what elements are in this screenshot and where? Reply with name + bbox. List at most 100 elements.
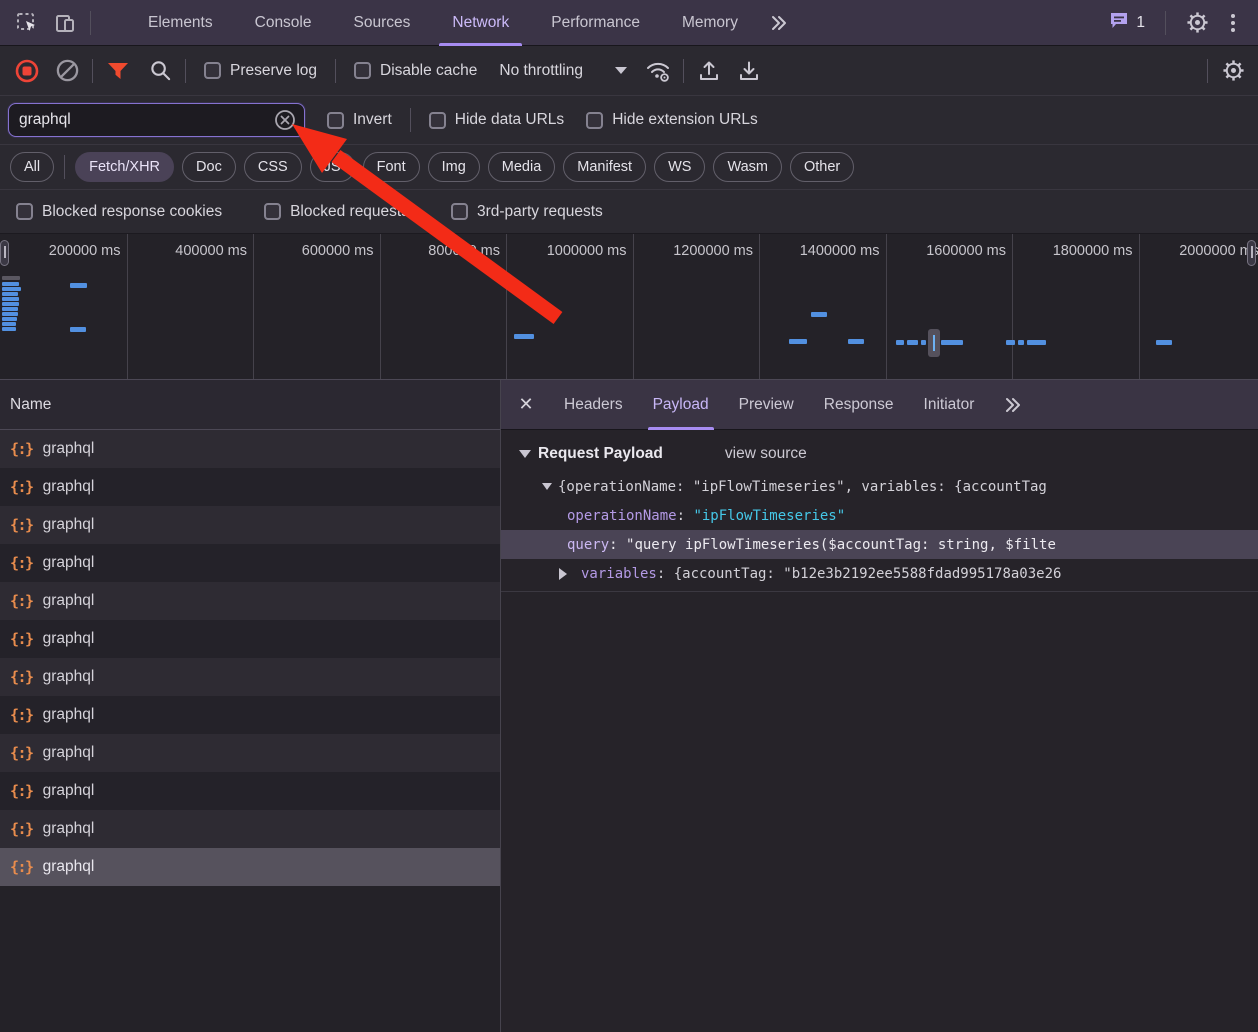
detail-tab-payload[interactable]: Payload	[638, 380, 724, 430]
chip-img[interactable]: Img	[428, 152, 480, 182]
request-row[interactable]: {:}graphql	[0, 506, 500, 544]
request-row[interactable]: {:}graphql	[0, 848, 500, 886]
request-row[interactable]: {:}graphql	[0, 734, 500, 772]
console-messages-badge[interactable]: 1	[1104, 9, 1149, 36]
clear-filter-icon[interactable]	[274, 109, 296, 131]
json-braces-icon: {:}	[10, 782, 33, 800]
request-name: graphql	[43, 858, 95, 876]
chip-css[interactable]: CSS	[244, 152, 302, 182]
network-settings-gear-icon[interactable]	[1218, 56, 1248, 86]
request-row[interactable]: {:}graphql	[0, 696, 500, 734]
tab-console[interactable]: Console	[234, 0, 333, 46]
timeline-request-bar	[2, 282, 19, 286]
chip-manifest[interactable]: Manifest	[563, 152, 646, 182]
payload-query-line[interactable]: query: "query ipFlowTimeseries($accountT…	[501, 530, 1258, 559]
chevron-down-icon	[615, 67, 627, 74]
timeline-request-bar	[907, 340, 918, 345]
search-icon[interactable]	[145, 56, 175, 86]
kebab-menu-icon[interactable]	[1218, 8, 1248, 38]
checkbox-box	[451, 203, 468, 220]
request-row[interactable]: {:}graphql	[0, 772, 500, 810]
expand-triangle-icon[interactable]	[542, 483, 552, 490]
request-row[interactable]: {:}graphql	[0, 430, 500, 468]
blocked-response-cookies-checkbox[interactable]: Blocked response cookies	[16, 203, 222, 221]
tab-elements[interactable]: Elements	[127, 0, 234, 46]
hide-extension-urls-checkbox[interactable]: Hide extension URLs	[586, 111, 758, 129]
network-overview-timeline[interactable]: 200000 ms400000 ms600000 ms800000 ms1000…	[0, 234, 1258, 380]
chip-all[interactable]: All	[10, 152, 54, 182]
device-toolbar-icon[interactable]	[50, 8, 80, 38]
message-bubble-icon	[1108, 9, 1130, 36]
import-har-icon[interactable]	[694, 56, 724, 86]
timeline-right-handle[interactable]	[1247, 240, 1256, 266]
settings-gear-icon[interactable]	[1182, 8, 1212, 38]
timeline-gridline	[380, 234, 381, 379]
timeline-gridline	[1139, 234, 1140, 379]
disable-cache-checkbox[interactable]: Disable cache	[354, 62, 477, 80]
filter-funnel-icon[interactable]	[103, 56, 133, 86]
request-row[interactable]: {:}graphql	[0, 620, 500, 658]
chip-fetch-xhr[interactable]: Fetch/XHR	[75, 152, 174, 182]
timeline-tick-label: 1200000 ms	[649, 243, 753, 259]
view-source-link[interactable]: view source	[725, 445, 807, 463]
payload-variables-line[interactable]: variables: {accountTag: "b12e3b2192ee558…	[501, 559, 1258, 588]
record-network-log-icon[interactable]	[12, 56, 42, 86]
timeline-tick-label: 2000000 ms	[1155, 243, 1258, 259]
tab-performance[interactable]: Performance	[530, 0, 661, 46]
timeline-request-bar	[941, 340, 963, 345]
chip-other[interactable]: Other	[790, 152, 854, 182]
chip-wasm[interactable]: Wasm	[713, 152, 782, 182]
preserve-log-checkbox[interactable]: Preserve log	[204, 62, 317, 80]
detail-tab-initiator[interactable]: Initiator	[909, 380, 990, 430]
request-row[interactable]: {:}graphql	[0, 468, 500, 506]
detail-tab-headers[interactable]: Headers	[549, 380, 638, 430]
request-row[interactable]: {:}graphql	[0, 582, 500, 620]
json-braces-icon: {:}	[10, 592, 33, 610]
json-braces-icon: {:}	[10, 630, 33, 648]
request-payload-section[interactable]: Request Payload view source	[501, 430, 1258, 472]
payload-root-line[interactable]: {operationName: "ipFlowTimeseries", vari…	[501, 472, 1258, 501]
timeline-request-bar	[514, 334, 534, 339]
request-row[interactable]: {:}graphql	[0, 810, 500, 848]
payload-operation-name-line[interactable]: operationName: "ipFlowTimeseries"	[501, 501, 1258, 530]
request-row[interactable]: {:}graphql	[0, 658, 500, 696]
3rd-party-requests-checkbox[interactable]: 3rd-party requests	[451, 203, 603, 221]
chip-doc[interactable]: Doc	[182, 152, 236, 182]
divider	[185, 59, 186, 83]
json-braces-icon: {:}	[10, 706, 33, 724]
chip-js[interactable]: JS	[310, 152, 355, 182]
detail-tab-response[interactable]: Response	[809, 380, 909, 430]
hide-data-urls-checkbox[interactable]: Hide data URLs	[429, 111, 564, 129]
name-column-header[interactable]: Name	[0, 380, 500, 430]
blocked-requests-checkbox[interactable]: Blocked requests	[264, 203, 409, 221]
clear-network-log-icon[interactable]	[52, 56, 82, 86]
checkbox-label: Blocked response cookies	[42, 203, 222, 221]
timeline-gridline	[633, 234, 634, 379]
timeline-left-handle[interactable]	[0, 240, 9, 266]
detail-tabbar: ✕ HeadersPayloadPreviewResponseInitiator	[501, 380, 1258, 430]
network-conditions-icon[interactable]	[643, 56, 673, 86]
invert-checkbox[interactable]: Invert	[327, 111, 392, 129]
throttling-select[interactable]: No throttling	[499, 62, 627, 80]
detail-tab-preview[interactable]: Preview	[724, 380, 809, 430]
tab-memory[interactable]: Memory	[661, 0, 759, 46]
export-har-icon[interactable]	[734, 56, 764, 86]
checkbox-box	[16, 203, 33, 220]
expand-triangle-icon[interactable]	[559, 568, 567, 580]
timeline-tick-label: 800000 ms	[396, 243, 500, 259]
timeline-gridline	[127, 234, 128, 379]
timeline-request-bar	[1018, 340, 1024, 345]
network-filter-input[interactable]	[19, 111, 274, 129]
more-detail-tabs-icon[interactable]	[997, 390, 1027, 420]
network-filter-row: Invert Hide data URLs Hide extension URL…	[0, 96, 1258, 145]
tab-sources[interactable]: Sources	[333, 0, 432, 46]
chip-font[interactable]: Font	[363, 152, 420, 182]
chip-media[interactable]: Media	[488, 152, 556, 182]
request-row[interactable]: {:}graphql	[0, 544, 500, 582]
close-detail-icon[interactable]: ✕	[509, 388, 543, 422]
tab-network[interactable]: Network	[431, 0, 530, 46]
more-tabs-icon[interactable]	[763, 8, 793, 38]
chip-ws[interactable]: WS	[654, 152, 705, 182]
divider	[64, 155, 65, 179]
inspect-element-icon[interactable]	[12, 8, 42, 38]
